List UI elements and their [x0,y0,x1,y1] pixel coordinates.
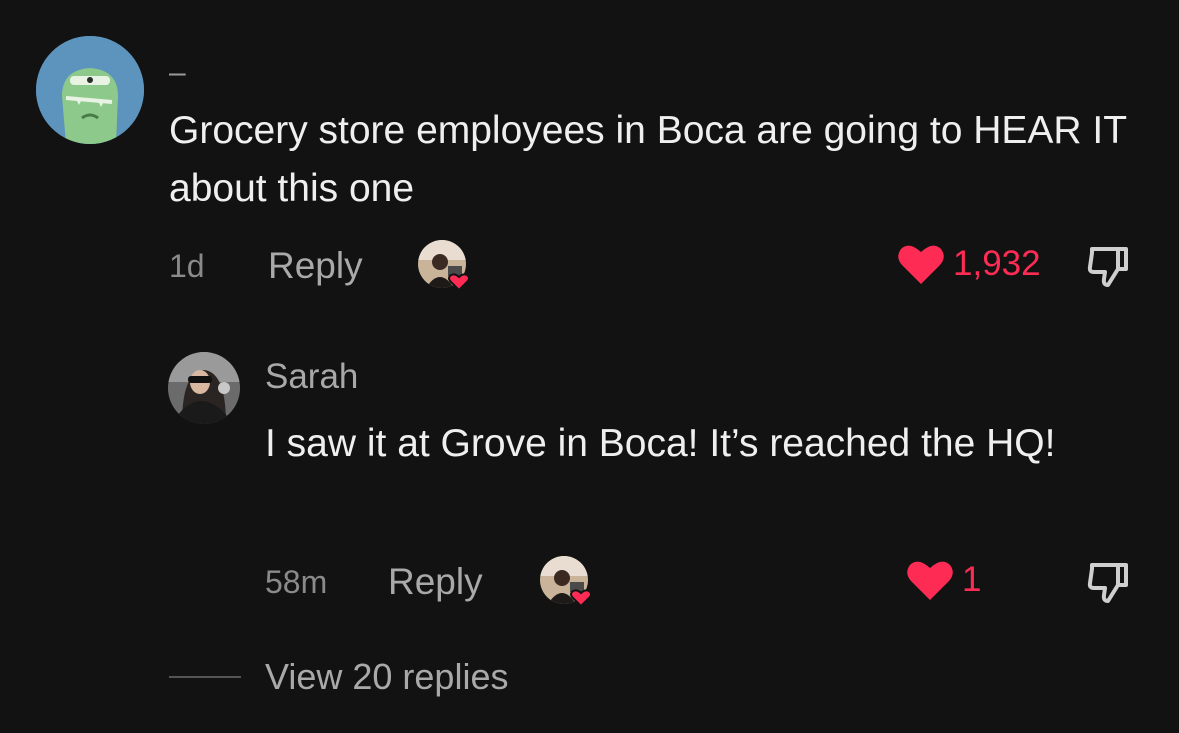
reply-text: I saw it at Grove in Boca! It’s reached … [265,422,1056,465]
creator-liked-badge [540,556,592,608]
thumbs-down-icon[interactable] [1084,243,1130,289]
creator-liked-badge [418,240,470,292]
reply-username[interactable]: Sarah [265,355,358,399]
heart-icon [898,245,944,284]
creator-avatar-icon [540,556,592,608]
like-count: 1,932 [953,244,1041,283]
reply-timestamp: 58m [265,564,328,600]
reply-button[interactable]: Reply [268,246,363,286]
heart-icon [907,561,953,600]
view-replies-divider [169,676,241,678]
comment-username[interactable]: – [169,58,186,88]
user-photo-icon [168,352,240,424]
reply-like-count: 1 [962,560,982,599]
view-replies-button[interactable]: View 20 replies [265,655,508,699]
reply-like-button[interactable]: 1 [906,559,981,601]
like-button[interactable]: 1,932 [897,243,1041,285]
reply-avatar[interactable] [168,352,240,424]
creator-avatar-icon [418,240,470,292]
comment-text: Grocery store employees in Boca are goin… [169,109,1127,210]
reply-to-reply-button[interactable]: Reply [388,562,483,602]
comment-timestamp: 1d [169,248,205,284]
cartoon-avatar-icon [36,36,144,144]
avatar[interactable] [36,36,144,144]
thumbs-down-icon[interactable] [1084,559,1130,605]
